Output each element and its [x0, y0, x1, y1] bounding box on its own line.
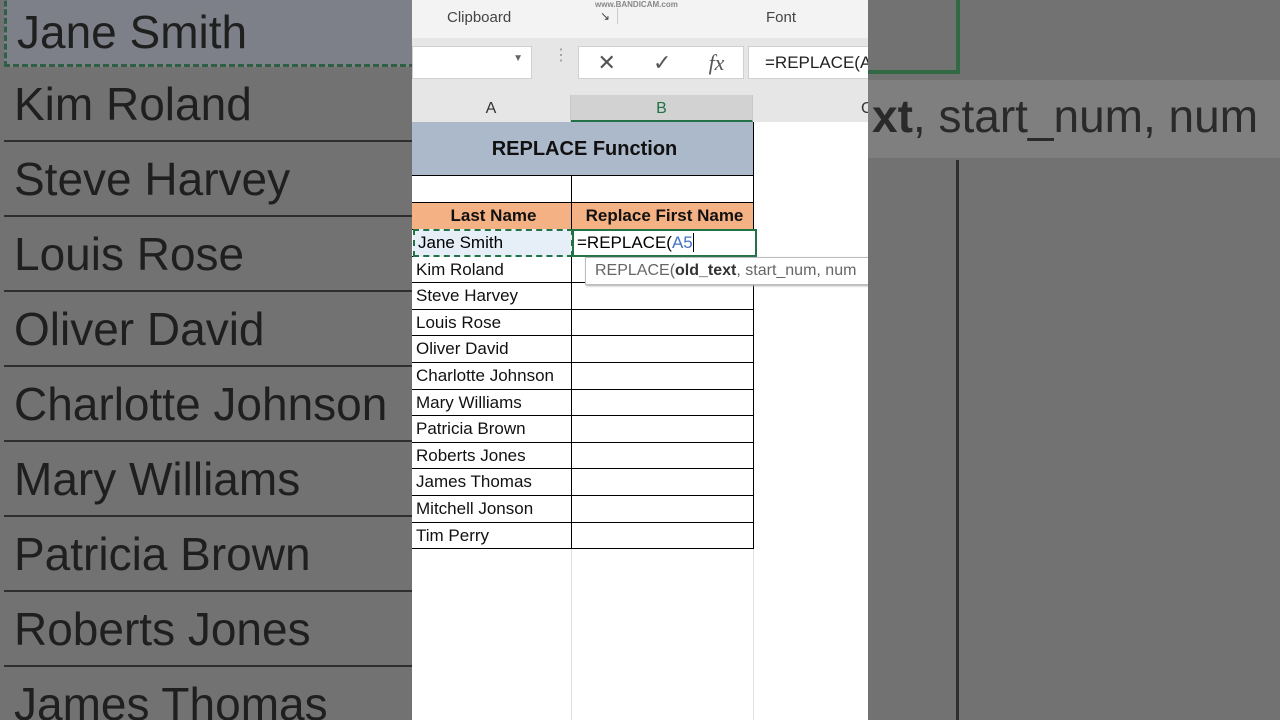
bg-selection-border — [868, 70, 960, 74]
header-replace-first-name[interactable]: Replace First Name — [572, 203, 754, 230]
result-cell[interactable] — [572, 522, 754, 550]
name-box[interactable]: ▼ — [412, 46, 532, 79]
tooltip-arg[interactable]: old_text — [675, 262, 736, 279]
font-group-label: Font — [766, 9, 797, 26]
result-cell[interactable] — [572, 309, 754, 337]
bg-tooltip: xt, start_num, num — [868, 80, 1280, 158]
result-cell[interactable] — [572, 336, 754, 363]
name-cell[interactable]: Roberts Jones — [412, 442, 572, 470]
name-cell[interactable]: Charlotte Johnson — [412, 363, 572, 390]
referenced-cell-a5[interactable]: Jane Smith — [413, 229, 573, 257]
name-cell[interactable]: Tim Perry — [412, 522, 572, 550]
result-cell[interactable] — [572, 442, 754, 470]
result-cell[interactable] — [572, 469, 754, 496]
name-cell[interactable]: Patricia Brown — [412, 416, 572, 443]
bg-row: Mary Williams — [4, 442, 412, 517]
column-header-a[interactable]: A — [412, 95, 571, 122]
result-cell[interactable] — [572, 389, 754, 417]
chevron-down-icon[interactable]: ▼ — [513, 53, 523, 64]
tooltip-fn: REPLACE( — [595, 262, 676, 279]
check-icon[interactable]: ✓ — [653, 50, 671, 76]
column-header-b[interactable]: B — [571, 95, 753, 122]
bg-row: Roberts Jones — [4, 592, 412, 667]
bg-tooltip-rest: , start_num, num — [912, 90, 1259, 142]
header-last-name[interactable]: Last Name — [412, 203, 572, 230]
active-cell-b5[interactable]: =REPLACE(A5 — [572, 229, 757, 257]
column-header-c[interactable]: C — [753, 95, 868, 122]
bg-row: Steve Harvey — [4, 142, 412, 217]
bg-row: Charlotte Johnson — [4, 367, 412, 442]
name-cell[interactable]: James Thomas — [412, 469, 572, 496]
name-cell[interactable]: Mary Williams — [412, 389, 572, 417]
bg-row: Kim Roland — [4, 67, 412, 142]
cancel-icon[interactable]: ✕ — [598, 50, 616, 76]
clipboard-group-label: Clipboard — [447, 9, 512, 26]
function-tooltip: REPLACE(old_text, start_num, num — [585, 257, 868, 285]
excel-window: Clipboard ↘ www.BANDICAM.com Font ▼ ⋮ ✕ … — [412, 0, 868, 720]
background-right-zoom: xt, start_num, num — [868, 0, 1280, 720]
tooltip-rest: , start_num, num — [736, 262, 857, 279]
watermark: www.BANDICAM.com — [595, 0, 678, 9]
cell[interactable] — [572, 176, 754, 203]
formula-reference: A5 — [671, 233, 694, 252]
name-cell[interactable]: Mitchell Jonson — [412, 496, 572, 523]
result-cell[interactable] — [572, 363, 754, 390]
name-cell[interactable]: Kim Roland — [412, 256, 572, 284]
bg-row: James Thomas — [4, 667, 412, 720]
formula-buttons: ✕ ✓ fx — [578, 46, 744, 79]
bg-tooltip-arg: xt — [872, 90, 913, 142]
bg-selection-border — [956, 0, 960, 74]
title-cell[interactable]: REPLACE Function — [412, 122, 754, 176]
bg-row: Jane Smith — [4, 0, 412, 67]
result-cell[interactable] — [572, 416, 754, 443]
name-cell[interactable]: Louis Rose — [412, 309, 572, 337]
drag-handle-icon[interactable]: ⋮ — [553, 48, 569, 64]
divider — [617, 8, 618, 24]
cell-value: Jane Smith — [418, 233, 504, 252]
ribbon: Clipboard ↘ www.BANDICAM.com Font — [412, 0, 868, 38]
background-left-zoom: Jane Smith Kim Roland Steve Harvey Louis… — [0, 0, 412, 720]
bg-row: Patricia Brown — [4, 517, 412, 592]
formula-bar: ▼ ⋮ ✕ ✓ fx =REPLACE(A5 — [412, 38, 868, 95]
formula-text: =REPLACE( — [577, 233, 672, 252]
bg-row: Louis Rose — [4, 217, 412, 292]
dialog-launcher-icon[interactable]: ↘ — [600, 9, 610, 23]
insert-function-icon[interactable]: fx — [709, 50, 725, 76]
name-cell[interactable]: Steve Harvey — [412, 283, 572, 310]
name-cell[interactable]: Oliver David — [412, 336, 572, 363]
bg-gridline — [956, 160, 959, 720]
bg-row: Oliver David — [4, 292, 412, 367]
formula-input[interactable]: =REPLACE(A5 — [748, 46, 868, 79]
result-cell[interactable] — [572, 283, 754, 310]
cell[interactable] — [412, 176, 572, 203]
result-cell[interactable] — [572, 496, 754, 523]
